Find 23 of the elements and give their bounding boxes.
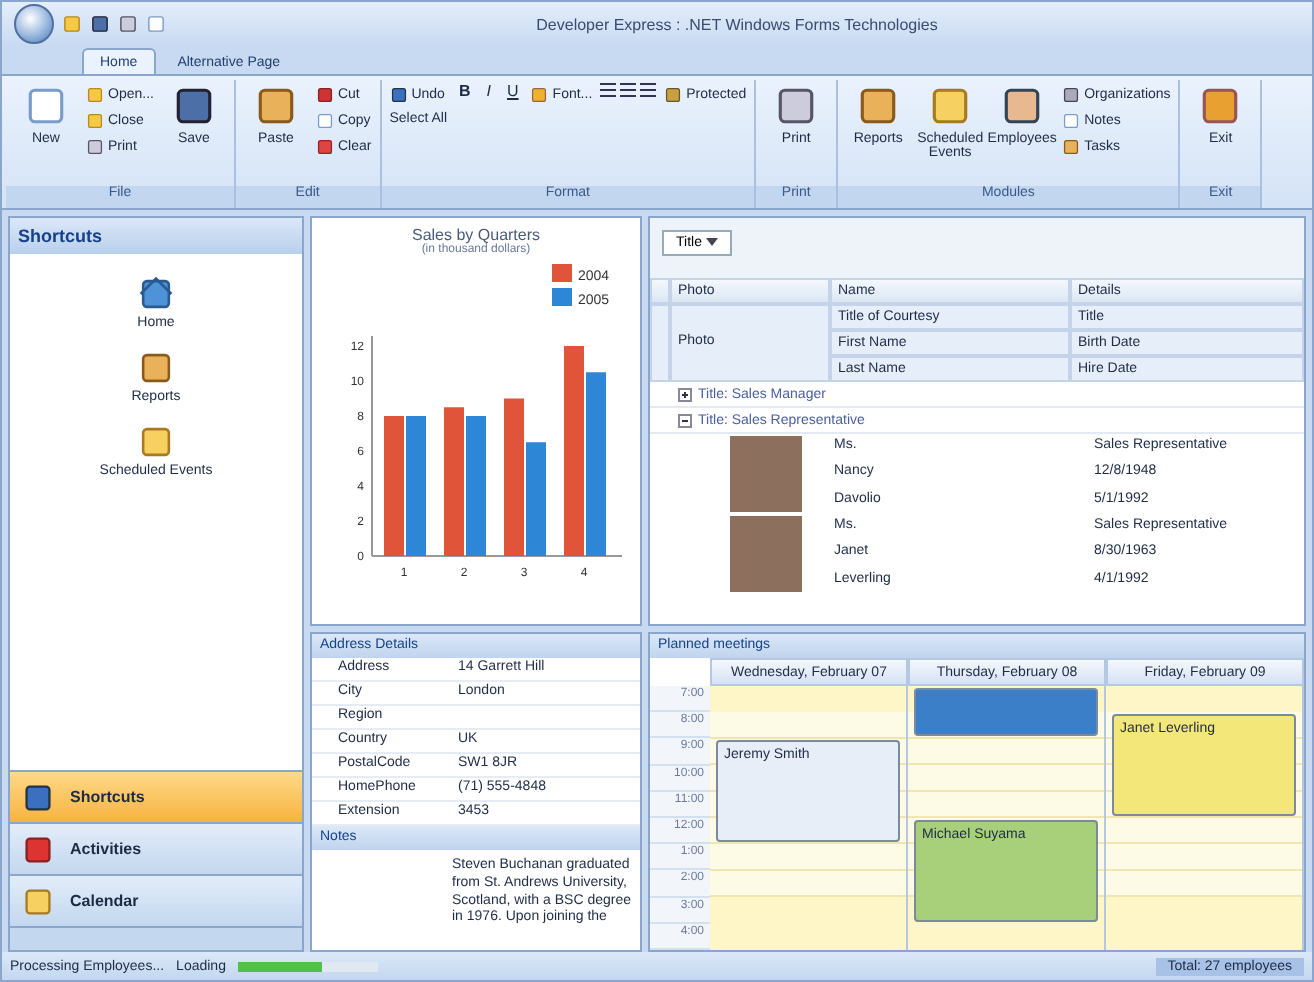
format-button[interactable]: B — [453, 80, 477, 102]
format-button[interactable]: U — [501, 80, 525, 102]
chart-bar — [466, 416, 486, 556]
nav-group-button[interactable]: Calendar — [10, 874, 302, 926]
window-title: Developer Express : .NET Windows Forms Technologies — [534, 15, 940, 33]
collapse-icon[interactable] — [678, 413, 692, 427]
nav-group-button[interactable]: Shortcuts — [10, 770, 302, 822]
chart-bar — [526, 442, 546, 556]
navbar-header: Shortcuts — [10, 218, 302, 254]
chart-bar — [384, 416, 404, 556]
house-icon — [138, 276, 174, 312]
caret-icon — [705, 238, 718, 246]
appointment[interactable] — [914, 688, 1098, 737]
photo-placeholder — [730, 516, 802, 592]
expand-icon[interactable] — [678, 387, 692, 401]
application-button[interactable] — [14, 4, 54, 44]
align-icon[interactable] — [598, 80, 659, 100]
photo-placeholder — [730, 436, 802, 512]
chart-bar — [406, 416, 426, 556]
nav-group-button[interactable]: Activities — [10, 822, 302, 874]
format-button[interactable]: I — [480, 80, 498, 102]
chart-title: Sales by Quarters — [409, 224, 543, 244]
progress-bar — [237, 961, 378, 971]
